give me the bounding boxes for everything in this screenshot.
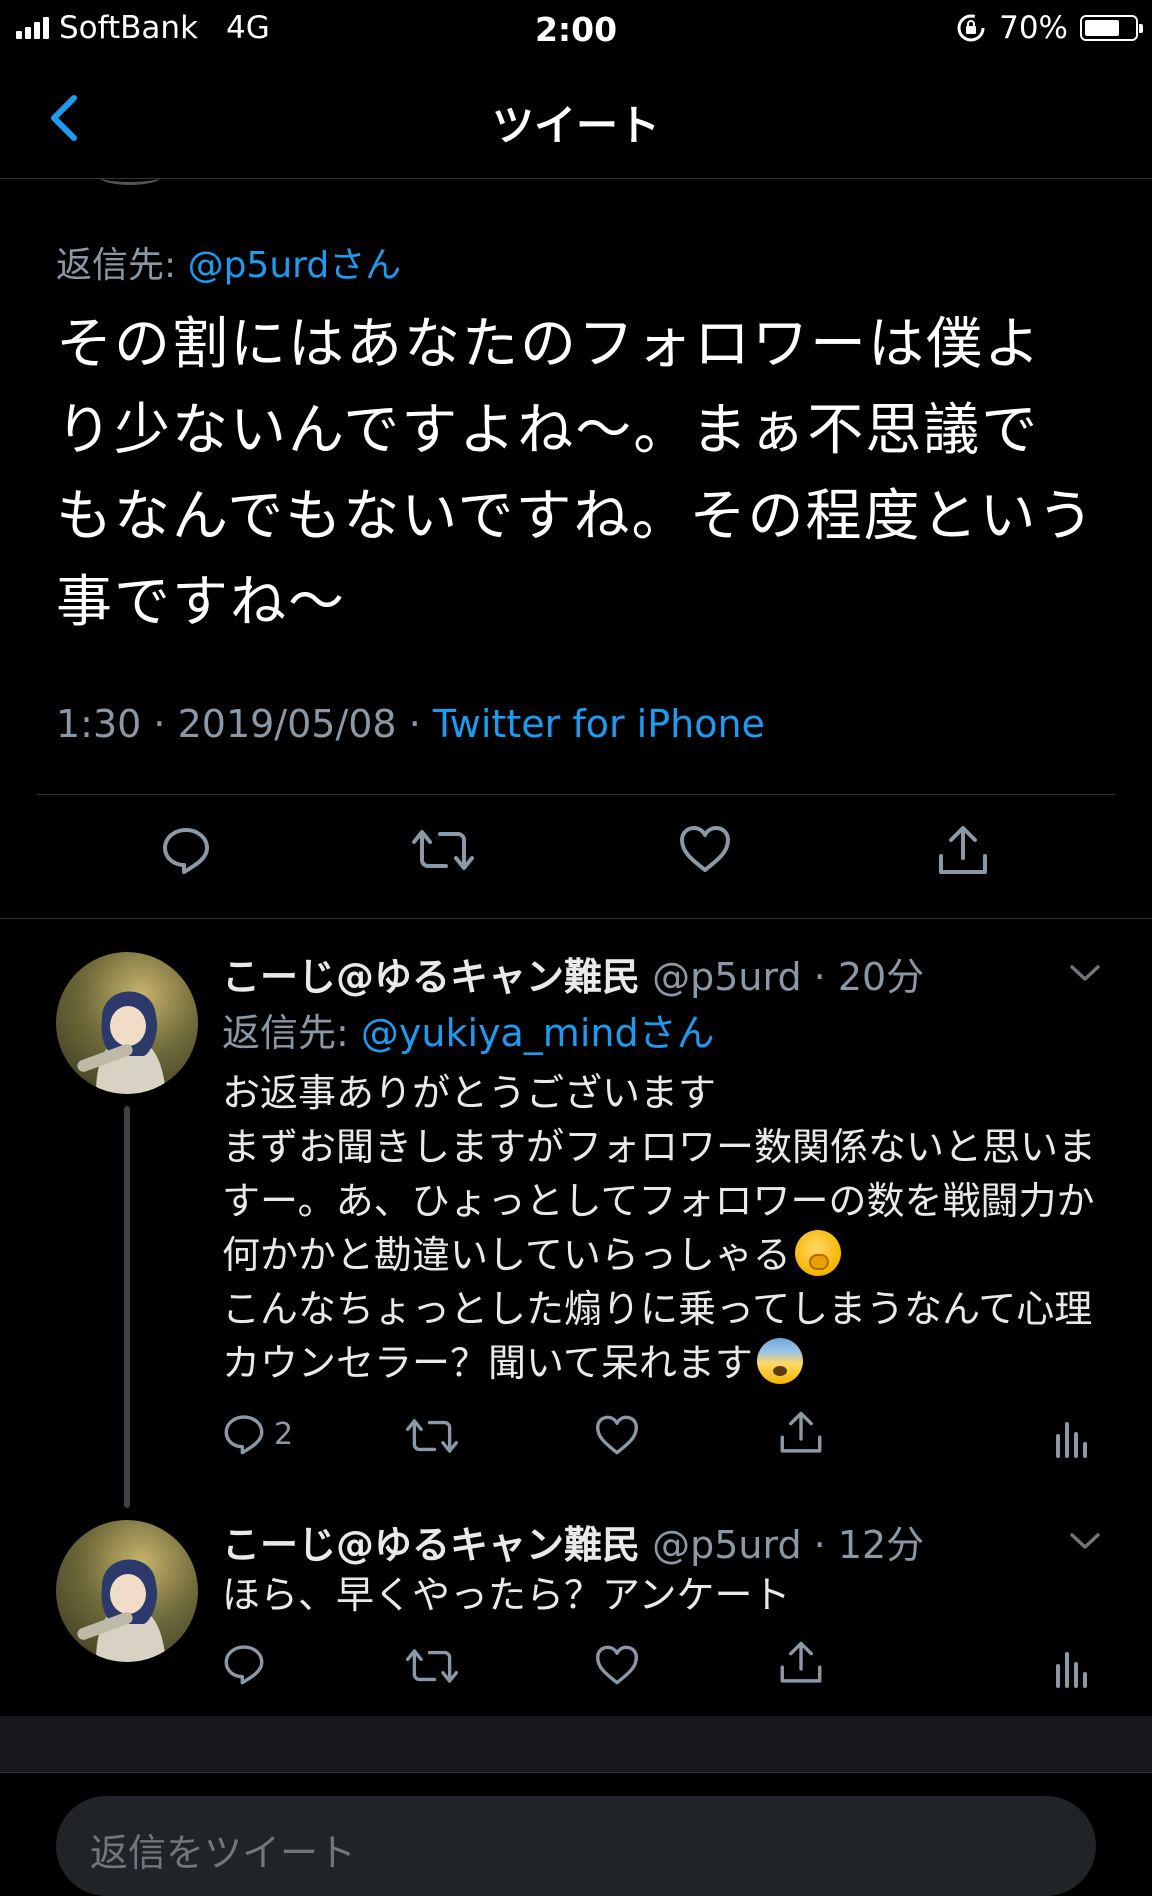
retweet-icon [406,1419,458,1453]
main-reply-to: 返信先: @p5urdさん [56,236,401,288]
analytics-icon [1056,1422,1087,1458]
reply-button[interactable] [160,824,212,876]
share-button[interactable] [778,1640,824,1686]
post-age: 12分 [837,1523,925,1567]
status-right: 70% [955,10,1143,46]
like-button[interactable] [678,824,732,874]
share-icon [939,826,987,874]
face-with-hand-over-mouth-icon [794,1230,841,1276]
avatar-edge [100,170,160,185]
reply-to-label: 返信先: [222,1011,361,1055]
reply-to: 返信先: @yukiya_mindさん [222,1002,715,1057]
meta-separator: · [141,702,178,746]
tweet-source[interactable]: Twitter for iPhone [433,702,765,746]
meta-dot: · [801,955,838,999]
tweet-meta: 1:30 · 2019/05/08 · Twitter for iPhone [56,702,765,746]
divider [36,794,1116,795]
heart-icon [680,826,730,872]
reply-action-bar: 2 [0,1410,1152,1466]
user-handle: @p5urd [652,1523,802,1567]
reply-button[interactable] [222,1642,266,1686]
display-name[interactable]: こーじ@ゆるキャン難民 [222,955,640,999]
meta-dot: · [801,1523,838,1567]
share-button[interactable] [778,1410,824,1456]
main-action-bar [0,824,1152,888]
reply-header: こーじ@ゆるキャン難民 @p5urd · 12分 [222,1514,924,1569]
heart-icon [596,1415,638,1455]
chevron-down-icon[interactable] [1068,1530,1102,1552]
reply-header: こーじ@ゆるキャン難民 @p5urd · 20分 [222,946,924,1001]
reply-to-label: 返信先: [56,245,188,286]
battery-icon [1080,15,1143,41]
orientation-lock-icon [957,14,985,42]
reply-button[interactable]: 2 [222,1412,293,1456]
heart-icon [596,1645,638,1685]
battery-percent: 70% [999,10,1068,46]
section-separator [0,918,1152,919]
post-age: 20分 [837,955,925,999]
status-bar: SoftBank 4G 2:00 70% [0,0,1152,60]
analytics-button[interactable] [1054,1646,1088,1690]
reply-text-part: こんなちょっとした煽りに乗ってしまうなんて心理カウンセラー？聞いて呆れます [222,1287,1093,1385]
section-separator [0,1772,1152,1773]
reply-text: ほら、早くやったら？アンケート [222,1573,791,1617]
main-tweet-text: その割にはあなたのフォロワーは僕より少ないんですよね〜。まぁ不思議でもなんでもな… [56,312,1096,635]
footer-band [0,1716,1152,1772]
page-title: ツイート [491,101,660,150]
share-button[interactable] [936,824,990,878]
retweet-button[interactable] [412,824,474,876]
meta-separator: · [396,702,433,746]
reply-compose-input[interactable]: 返信をツイート [56,1796,1096,1896]
reply-to-link[interactable]: @yukiya_mindさん [361,1011,715,1055]
retweet-icon [412,830,474,870]
analytics-button[interactable] [1054,1416,1088,1460]
avatar-illustration [77,991,166,1094]
user-handle: @p5urd [652,955,802,999]
reply-to-link[interactable]: @p5urdさん [188,245,402,286]
reply-icon [163,828,209,874]
reply-icon [224,1645,264,1685]
avatar[interactable] [56,952,198,1094]
chevron-down-icon[interactable] [1068,962,1102,984]
nav-bar: ツイート [0,60,1152,179]
like-button[interactable] [594,1644,640,1686]
tweet-time: 1:30 [56,702,142,746]
reply-text: お返事ありがとうございます まずお聞きしますがフォロワー数関係ないと思いますー。… [222,1066,1102,1390]
reply-count: 2 [274,1416,294,1452]
reply-icon [224,1415,264,1455]
display-name[interactable]: こーじ@ゆるキャン難民 [222,1523,640,1567]
like-button[interactable] [594,1414,640,1456]
compose-placeholder: 返信をツイート [90,1831,357,1875]
reply-text-part: お返事ありがとうございます まずお聞きしますがフォロワー数関係ないと思いますー。… [222,1071,1097,1277]
reply-action-bar [0,1640,1152,1696]
fearful-face-icon [756,1338,803,1384]
retweet-button[interactable] [406,1414,458,1458]
share-icon [780,1641,822,1683]
retweet-icon [406,1649,458,1683]
retweet-button[interactable] [406,1644,458,1688]
analytics-icon [1056,1652,1087,1688]
tweet-date: 2019/05/08 [177,702,397,746]
share-icon [780,1411,822,1453]
